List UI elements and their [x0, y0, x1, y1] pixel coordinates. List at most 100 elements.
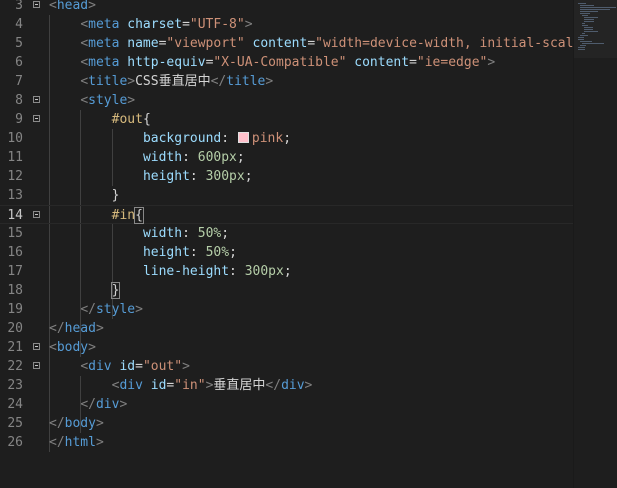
code-line[interactable]: 4 <meta charset="UTF-8"> [0, 15, 573, 34]
code-text[interactable]: <meta name="viewport" content="width=dev… [80, 34, 573, 53]
code-text[interactable]: </style> [80, 300, 143, 319]
code-token: } [111, 188, 120, 203]
code-text[interactable]: <div id="out"> [80, 357, 190, 376]
minimap-line [584, 17, 598, 18]
code-text[interactable]: </head> [49, 319, 104, 338]
code-token: = [409, 55, 417, 70]
code-text[interactable]: line-height: 300px; [143, 262, 292, 281]
code-line[interactable]: 20 </head> [0, 319, 573, 338]
line-number: 4 [15, 17, 23, 32]
code-token: div [119, 378, 143, 393]
code-text[interactable]: width: 600px; [143, 148, 245, 167]
code-token: > [88, 340, 96, 355]
fold-collapse-icon[interactable] [33, 115, 40, 122]
code-token: < [80, 36, 89, 51]
minimap-line [584, 31, 598, 32]
code-token: < [80, 17, 89, 32]
fold-collapse-icon[interactable] [33, 96, 40, 103]
code-token: </ [49, 435, 65, 450]
code-line[interactable]: 5 <meta name="viewport" content="width=de… [0, 34, 573, 53]
code-token: "UTF-8" [189, 17, 245, 32]
minimap-line [578, 39, 584, 40]
code-line[interactable]: 7 <title>CSS垂直居中</title> [0, 72, 573, 91]
code-line[interactable]: 15 width: 50%; [0, 224, 573, 243]
code-line[interactable]: 9 #out{ [0, 110, 573, 129]
code-text[interactable]: width: 50%; [143, 224, 229, 243]
line-number: 23 [7, 378, 23, 393]
code-token: id [119, 359, 136, 374]
minimap-line [578, 49, 585, 50]
code-line[interactable]: 6 <meta http-equiv = "X-UA-Compatible" cont… [0, 53, 573, 72]
code-token: = [307, 36, 316, 51]
code-line[interactable]: 14 #in{ [0, 205, 573, 224]
code-text[interactable]: </html> [49, 433, 104, 452]
code-line[interactable]: 21 <body> [0, 338, 573, 357]
matched-brace: { [134, 207, 144, 224]
code-token: </ [80, 302, 96, 317]
code-text[interactable]: </body> [49, 414, 104, 433]
code-text[interactable]: <meta charset="UTF-8"> [80, 15, 252, 34]
code-token: : [221, 131, 237, 146]
code-text[interactable]: </div> [80, 395, 127, 414]
code-line[interactable]: 13} [0, 186, 573, 205]
code-token: </ [49, 321, 65, 336]
code-line[interactable]: 16 height: 50%; [0, 243, 573, 262]
line-number: 11 [7, 150, 23, 165]
code-line[interactable]: 22 <div id="out"> [0, 357, 573, 376]
code-line[interactable]: 19 </style> [0, 300, 573, 319]
code-token: style [88, 93, 128, 108]
fold-collapse-icon[interactable] [33, 1, 40, 8]
code-text[interactable]: #in{ [112, 206, 144, 225]
code-line[interactable]: 12 height: 300px; [0, 167, 573, 186]
code-line[interactable]: 18} [0, 281, 573, 300]
code-token: < [49, 0, 57, 13]
code-token: </ [49, 416, 65, 431]
line-number: 6 [15, 55, 23, 70]
code-token: > [127, 93, 136, 108]
line-number: 3 [15, 0, 23, 13]
code-token: : [189, 169, 206, 184]
line-number: 18 [7, 283, 23, 298]
minimap-line [582, 15, 588, 16]
code-text[interactable]: height: 300px; [143, 167, 253, 186]
line-number: 19 [7, 302, 23, 317]
code-line[interactable]: 3 <head> [0, 0, 573, 15]
code-line[interactable]: 11 width: 600px; [0, 148, 573, 167]
code-token: content [252, 36, 308, 51]
fold-collapse-icon[interactable] [33, 362, 40, 369]
line-number: 26 [7, 435, 23, 450]
code-text[interactable]: } [112, 186, 120, 205]
code-line[interactable]: 10 background: pink; [0, 129, 573, 148]
code-line[interactable]: 8 <style> [0, 91, 573, 110]
code-text[interactable]: <body> [49, 338, 96, 357]
code-token: : [189, 245, 206, 260]
code-token: < [49, 340, 57, 355]
code-token: div [95, 397, 120, 412]
code-text[interactable]: <style> [80, 91, 135, 110]
code-token: div [88, 359, 112, 374]
fold-collapse-icon[interactable] [33, 343, 40, 350]
code-text[interactable]: background: pink; [143, 129, 291, 148]
minimap[interactable] [573, 0, 617, 488]
code-editor[interactable]: 3 <head> 4 <meta charset="UTF-8"> 5 <meta nam… [0, 0, 573, 488]
minimap-line [580, 11, 598, 12]
code-token: line-height [142, 264, 230, 279]
minimap-line [584, 19, 594, 20]
code-text[interactable]: } [110, 281, 121, 300]
code-line[interactable]: 25 </body> [0, 414, 573, 433]
color-swatch-icon[interactable] [237, 132, 249, 143]
code-text[interactable]: <meta http-equiv = "X-UA-Compatible" conte… [80, 53, 495, 72]
code-line[interactable]: 23 <div id="in">垂直居中</div> [0, 376, 573, 395]
code-text[interactable]: #out{ [112, 110, 151, 129]
code-token: "ie=edge" [416, 55, 488, 70]
code-text[interactable]: <head> [49, 0, 96, 15]
code-text[interactable]: <title>CSS垂直居中</title> [80, 72, 273, 91]
code-line[interactable]: 17 line-height: 300px; [0, 262, 573, 281]
code-line[interactable]: 26 </html> [0, 433, 573, 452]
code-line[interactable]: 24 </div> [0, 395, 573, 414]
code-text[interactable]: <div id="in">垂直居中</div> [112, 376, 313, 395]
line-number: 25 [7, 416, 23, 431]
fold-collapse-icon[interactable] [33, 211, 40, 218]
code-token: > [95, 416, 104, 431]
code-text[interactable]: height: 50%; [143, 243, 237, 262]
